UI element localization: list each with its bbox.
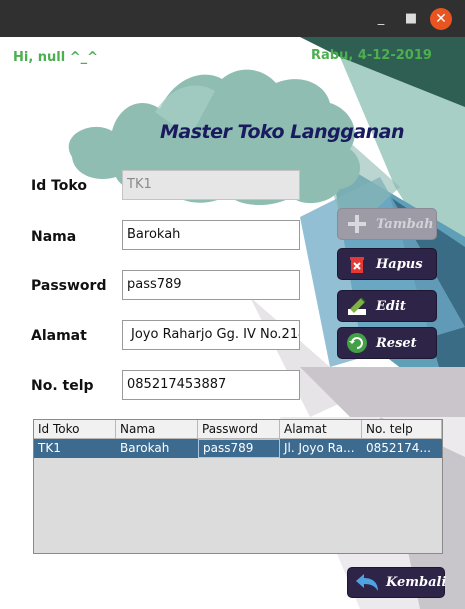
form-panel: Hi, null ^_^ Rabu, 4-12-2019 Master Toko… <box>0 37 465 609</box>
date-text: Rabu, 4-12-2019 <box>311 48 432 63</box>
reset-label: Reset <box>376 335 417 351</box>
table-cell[interactable]: pass789 <box>198 439 280 458</box>
plus-icon <box>348 215 366 233</box>
table-cell[interactable]: Jl. Joyo Ra... <box>280 439 362 458</box>
id-toko-field: TK1 <box>122 170 300 200</box>
table-header: Id Toko Nama Password Alamat No. telp <box>34 420 442 439</box>
pencil-icon <box>348 297 366 315</box>
table-row[interactable]: TK1 Barokah pass789 Jl. Joyo Ra... 08521… <box>34 439 442 458</box>
column-header[interactable]: Nama <box>116 420 198 438</box>
maximize-button[interactable]: ■ <box>400 8 422 30</box>
hapus-label: Hapus <box>376 256 423 272</box>
alamat-label: Alamat <box>31 328 87 344</box>
page-title: Master Toko Langganan <box>160 121 405 143</box>
edit-label: Edit <box>376 298 406 314</box>
alamat-field[interactable]: Joyo Raharjo Gg. IV No.214 <box>122 320 300 350</box>
table-cell[interactable]: 0852174... <box>362 439 442 458</box>
id-toko-label: Id Toko <box>31 178 87 194</box>
kembali-label: Kembali <box>386 575 447 590</box>
back-arrow-icon <box>356 573 378 591</box>
password-label: Password <box>31 278 107 294</box>
tambah-label: Tambah <box>376 216 434 232</box>
toko-table[interactable]: Id Toko Nama Password Alamat No. telp TK… <box>33 419 443 554</box>
window-titlebar: _ ■ ✕ <box>0 0 465 37</box>
password-field[interactable]: pass789 <box>122 270 300 300</box>
edit-button[interactable]: Edit <box>337 290 437 322</box>
telp-field[interactable]: 085217453887 <box>122 370 300 400</box>
column-header[interactable]: Alamat <box>280 420 362 438</box>
trash-icon <box>350 257 364 273</box>
reset-button[interactable]: Reset <box>337 327 437 359</box>
close-button[interactable]: ✕ <box>430 8 452 30</box>
nama-label: Nama <box>31 229 77 245</box>
column-header[interactable]: Id Toko <box>34 420 116 438</box>
hapus-button[interactable]: Hapus <box>337 248 437 280</box>
minimize-button[interactable]: _ <box>370 8 392 30</box>
nama-field[interactable]: Barokah <box>122 220 300 250</box>
table-cell[interactable]: Barokah <box>116 439 198 458</box>
kembali-button[interactable]: Kembali <box>347 567 447 598</box>
table-cell[interactable]: TK1 <box>34 439 116 458</box>
column-header[interactable]: No. telp <box>362 420 442 438</box>
telp-label: No. telp <box>31 378 94 394</box>
tambah-button[interactable]: Tambah <box>337 208 437 240</box>
greeting-text: Hi, null ^_^ <box>13 50 99 65</box>
refresh-icon <box>347 333 367 353</box>
column-header[interactable]: Password <box>198 420 280 438</box>
